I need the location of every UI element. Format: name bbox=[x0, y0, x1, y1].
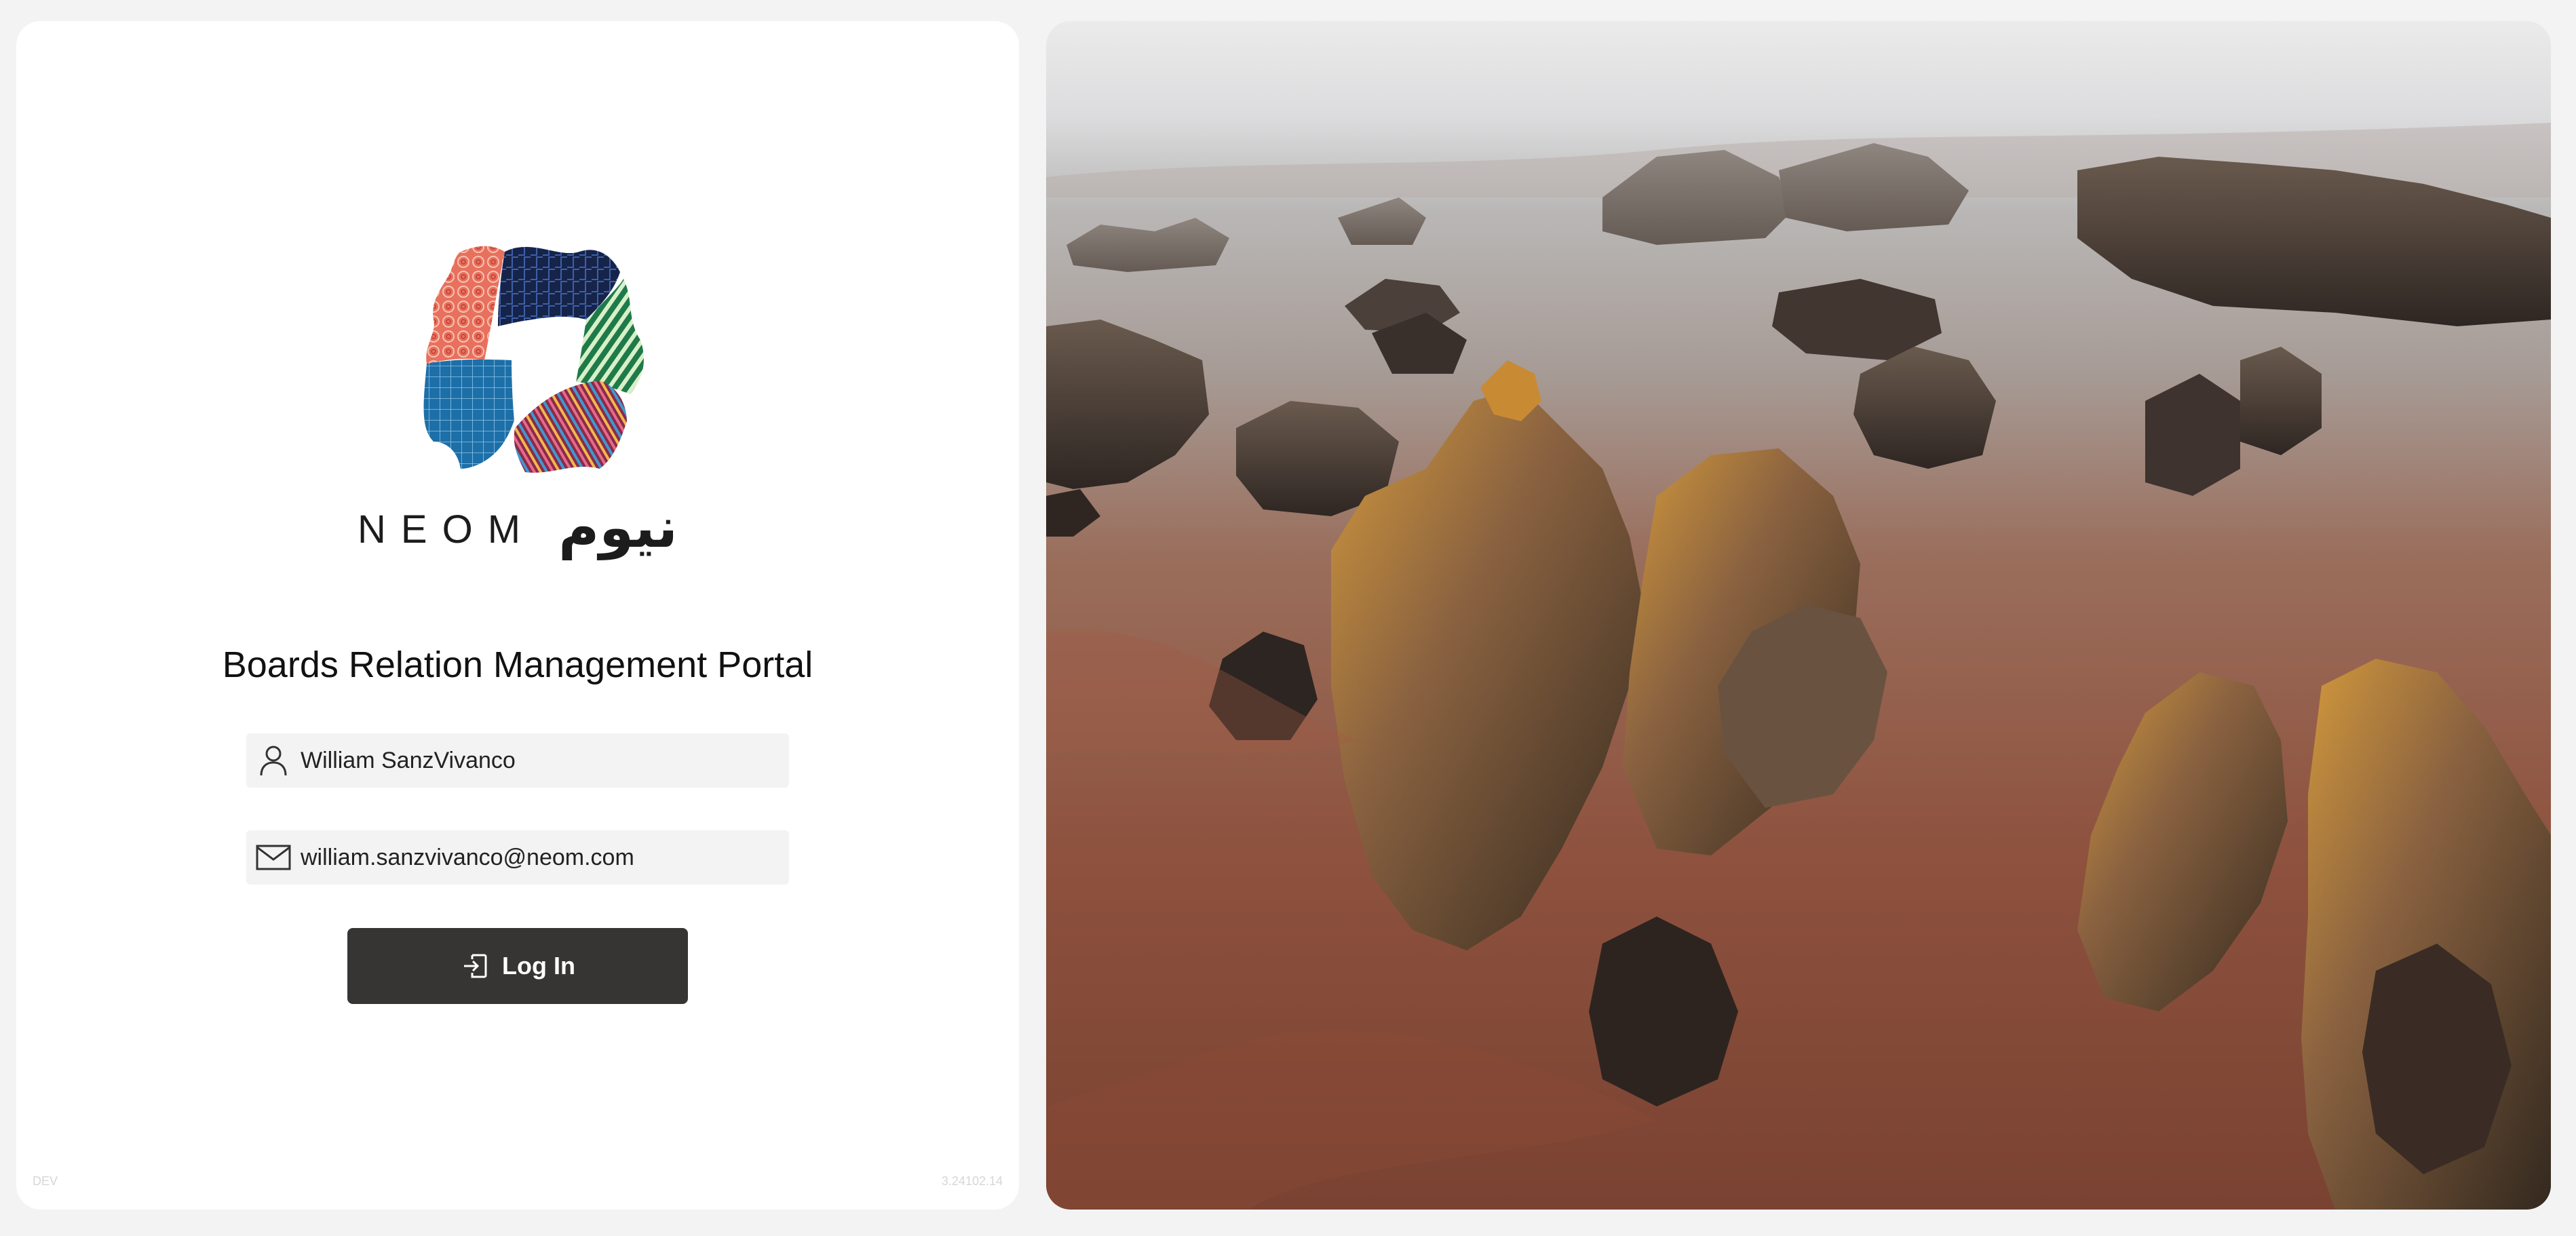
mail-icon bbox=[253, 830, 294, 885]
log-in-label: Log In bbox=[502, 952, 575, 980]
wordmark-arabic: نيوم bbox=[558, 497, 678, 559]
name-value: William SanzVivanco bbox=[301, 747, 516, 773]
page-title: Boards Relation Management Portal bbox=[222, 644, 813, 685]
login-card: NEOM نيوم Boards Relation Management Por… bbox=[16, 21, 1019, 1210]
sign-in-icon bbox=[460, 951, 490, 981]
email-value: william.sanzvivanco@neom.com bbox=[301, 844, 634, 870]
login-page: NEOM نيوم Boards Relation Management Por… bbox=[0, 0, 2576, 1236]
log-in-button[interactable]: Log In bbox=[347, 928, 688, 1004]
neom-wordmark: NEOM نيوم bbox=[16, 496, 1019, 560]
environment-label: DEV bbox=[33, 1174, 58, 1188]
user-icon bbox=[253, 733, 294, 788]
version-label: 3.24102.14 bbox=[941, 1174, 1003, 1188]
email-field[interactable]: william.sanzvivanco@neom.com bbox=[246, 830, 789, 885]
wordmark-latin: NEOM bbox=[358, 507, 536, 552]
name-field[interactable]: William SanzVivanco bbox=[246, 733, 789, 788]
neom-logo bbox=[396, 225, 654, 489]
hero-desert-image bbox=[1046, 21, 2551, 1210]
